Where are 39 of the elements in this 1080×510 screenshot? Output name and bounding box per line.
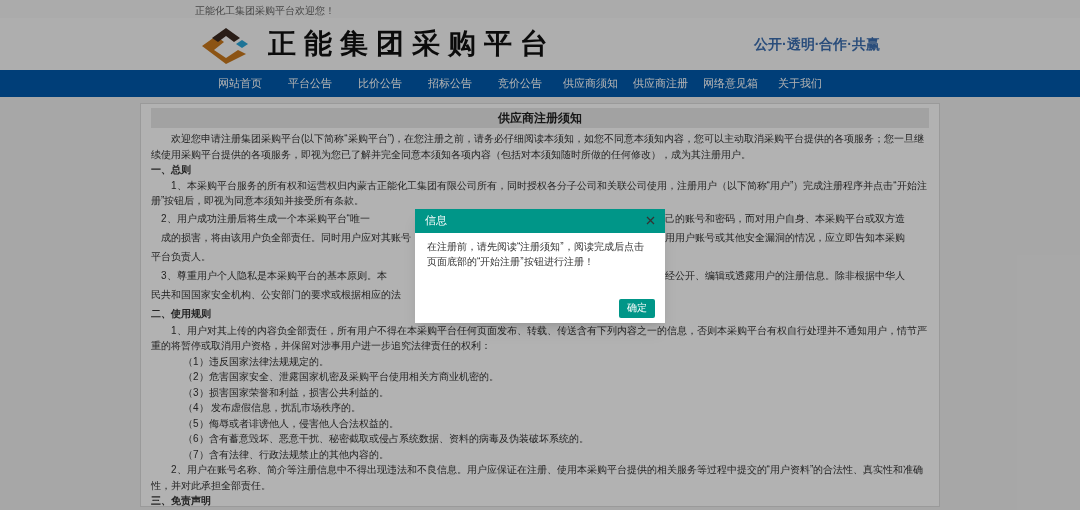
list-item: （2）危害国家安全、泄露国家机密及采购平台使用相关方商业机密的。 bbox=[182, 370, 500, 384]
nav-link[interactable]: 供应商注册 bbox=[625, 75, 695, 92]
nav-link[interactable]: 比价公告 bbox=[345, 75, 415, 92]
nav-link[interactable]: 供应商须知 bbox=[555, 75, 625, 92]
dialog-message: 在注册前，请先阅读“注册须知”，阅读完成后点击页面底部的“开始注册”按钮进行注册！ bbox=[426, 239, 645, 269]
paragraph-line: 己的账号和密码，而对用户自身、本采购平台或双方造 bbox=[665, 211, 906, 226]
paragraph-line: 民共和国国家安全机构、公安部门的要求或根据相应的法 bbox=[151, 287, 401, 302]
section-heading: 三、免责声明 bbox=[151, 494, 211, 506]
list-item: （3）损害国家荣誉和利益，损害公共利益的。 bbox=[182, 385, 390, 400]
list-item: （7）含有法律、行政法规禁止的其他内容的。 bbox=[182, 447, 390, 462]
confirm-button[interactable]: 确定 bbox=[619, 298, 655, 318]
paragraph-line: 用用户账号或其他安全漏洞的情况，应立即告知本采购 bbox=[665, 230, 906, 245]
nav-link[interactable]: 招标公告 bbox=[415, 75, 485, 92]
paragraph-line: 平台负责人。 bbox=[151, 249, 211, 264]
welcome-text: 正能化工集团采购平台欢迎您！ bbox=[195, 5, 335, 16]
list-item: （6）含有蓄意毁坏、恶意干扰、秘密截取或侵占系统数据、资料的病毒及伪装破坏系统的。 bbox=[182, 432, 590, 446]
paragraph: 2、用户在账号名称、简介等注册信息中不得出现违法和不良信息。用户应保证在注册、使用本采购平台提供的相关服务等过程中提交的“用户资料”的合法性、真实性和准确性，并对此承担全部责任。 bbox=[151, 463, 925, 493]
close-icon[interactable] bbox=[646, 216, 655, 225]
paragraph-line: 2、用户成功注册后将生成一个本采购平台“唯一 bbox=[160, 211, 371, 226]
notice-title: 供应商注册须知 bbox=[151, 108, 929, 128]
list-item: （1）违反国家法律法规规定的。 bbox=[182, 354, 330, 369]
nav-link[interactable]: 网络意见箱 bbox=[695, 75, 765, 92]
paragraph: 1、本采购平台服务的所有权和运营权归内蒙古正能化工集团有限公司所有，同时授权各分子公司和关联公司使用，注册用户（以下简称“用户”）完成注册程序并点击“开始注册”按钮后，即视为同意本须知并接受所有条款。 bbox=[151, 178, 928, 208]
list-item: （5）侮辱或者诽谤他人，侵害他人合法权益的。 bbox=[182, 416, 400, 431]
site-title: 正能集团采购平台 bbox=[268, 27, 556, 61]
dialog-title: 信息 bbox=[425, 212, 447, 228]
section-heading: 一、总则 bbox=[151, 163, 191, 177]
paragraph: 欢迎您申请注册集团采购平台(以下简称“采购平台”)，在您注册之前，请务必仔细阅读本须知，如您不同意本须知内容，您可以主动取消采购平台提供的各项服务；您一旦继续使用采购平台提供的各项服务，即视为您已了解并完全同意本须知各项内容（包括对本须知随时所做的任何修改），成为其注册用户。 bbox=[151, 132, 926, 162]
nav-link[interactable]: 关于我们 bbox=[765, 75, 835, 92]
nav-link[interactable]: 竞价公告 bbox=[485, 75, 555, 92]
nav-link[interactable]: 网站首页 bbox=[205, 75, 275, 92]
paragraph-line: 3、尊重用户个人隐私是本采购平台的基本原则。本 bbox=[160, 268, 388, 283]
paragraph-line: 成的损害，将由该用户负全部责任。同时用户应对其账号 bbox=[160, 230, 412, 245]
slogan-text: 公开·透明·合作·共赢 bbox=[754, 34, 880, 54]
list-item: （4） 发布虚假信息，扰乱市场秩序的。 bbox=[182, 401, 363, 415]
paragraph: 1、用户对其上传的内容负全部责任，所有用户不得在本采购平台任何页面发布、转载、传送含有下列内容之一的信息，否则本采购平台有权自行处理并不通知用户，情节严重的将暂停或取消用户资格，并保留对涉事用户进一步追究法律责任的权利： bbox=[151, 323, 928, 353]
nav-link[interactable]: 平台公告 bbox=[275, 75, 345, 92]
paragraph-line: 经公开、编辑或透露用户的注册信息。除非根据中华人 bbox=[665, 268, 906, 283]
section-heading: 二、使用规则 bbox=[151, 306, 211, 321]
